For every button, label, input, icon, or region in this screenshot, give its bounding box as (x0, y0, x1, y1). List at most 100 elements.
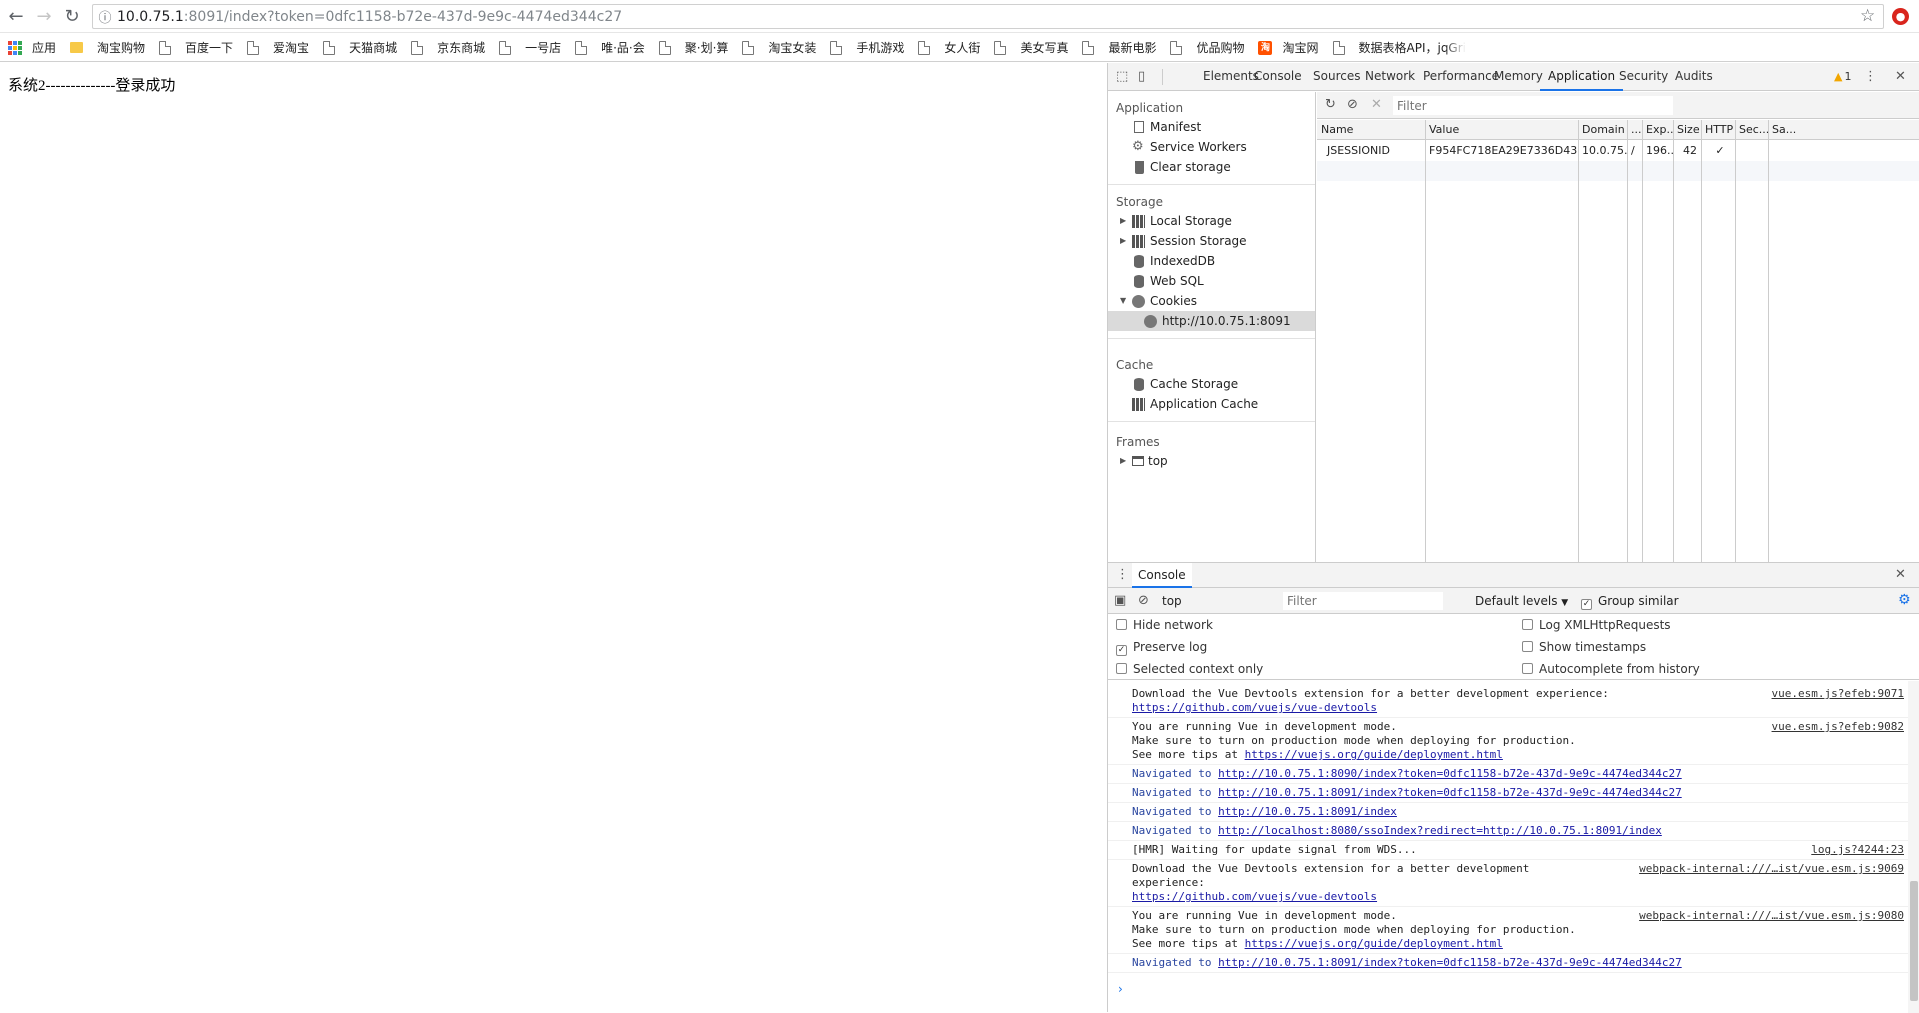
cookie-cell[interactable]: ✓ (1701, 141, 1735, 161)
warning-badge[interactable]: ▲ 1 (1834, 70, 1851, 83)
console-link[interactable]: http://10.0.75.1:8091/index (1218, 805, 1397, 818)
clear-console-icon[interactable]: ⊘ (1138, 593, 1149, 608)
sidebar-toggle-icon[interactable]: ▣ (1114, 593, 1126, 608)
reload-button[interactable]: ↻ (60, 4, 84, 28)
clear-all-icon[interactable]: ⊘ (1347, 97, 1358, 112)
option-selected-context-only[interactable]: Selected context only (1116, 659, 1263, 679)
tab-network[interactable]: Network (1357, 63, 1423, 91)
bookmark-item[interactable]: 淘淘宝网 (1258, 39, 1319, 56)
column-header[interactable]: Name (1317, 120, 1425, 140)
console-link[interactable]: https://vuejs.org/guide/deployment.html (1245, 748, 1503, 761)
column-header[interactable]: ... (1627, 120, 1642, 140)
tab-console[interactable]: Console (1246, 63, 1310, 91)
bookmark-item[interactable]: 爱淘宝 (247, 39, 309, 56)
cookie-cell[interactable]: 42 (1673, 141, 1701, 161)
message-source-link[interactable]: webpack-internal:///…ist/vue.esm.js:9080 (1639, 909, 1904, 923)
bookmark-item[interactable]: 女人街 (918, 39, 980, 56)
option-preserve-log[interactable]: ✓ Preserve log (1116, 637, 1207, 657)
column-header[interactable]: HTTP (1701, 120, 1735, 140)
refresh-icon[interactable]: ↻ (1325, 97, 1336, 112)
log-levels-select[interactable]: Default levels ▼ (1475, 592, 1568, 612)
sidebar-item-service-workers[interactable]: ⚙ Service Workers (1108, 137, 1315, 157)
sidebar-item-cookies[interactable]: ▼ Cookies (1108, 291, 1315, 311)
cookie-cell[interactable]: 10.0.75.1 (1578, 141, 1627, 161)
sidebar-item-clear-storage[interactable]: Clear storage (1108, 157, 1315, 177)
cookie-cell[interactable]: JSESSIONID (1317, 141, 1425, 161)
cookie-cell[interactable]: / (1627, 141, 1642, 161)
tab-audits[interactable]: Audits (1667, 63, 1721, 91)
inspect-icon[interactable]: ⬚ (1116, 69, 1128, 84)
bookmark-item[interactable]: 一号店 (499, 39, 561, 56)
console-link[interactable]: http://10.0.75.1:8091/index?token=0dfc11… (1218, 956, 1682, 969)
message-source-link[interactable]: log.js?4244:23 (1811, 843, 1904, 857)
group-similar-checkbox[interactable]: ✓ Group similar (1581, 592, 1679, 610)
cookie-cell[interactable] (1735, 141, 1768, 161)
cookie-cell[interactable]: 196... (1642, 141, 1673, 161)
sidebar-item-application-cache[interactable]: Application Cache (1108, 394, 1315, 414)
sidebar-item-manifest[interactable]: Manifest (1108, 117, 1315, 137)
bookmark-item[interactable]: 京东商城 (411, 39, 485, 56)
extension-icon[interactable]: ● (1892, 8, 1909, 25)
sidebar-item-session-storage[interactable]: ▶ Session Storage (1108, 231, 1315, 251)
column-header[interactable]: Exp... (1642, 120, 1673, 140)
bookmark-item[interactable]: 天猫商城 (323, 39, 397, 56)
bookmark-item[interactable]: 手机游戏 (830, 39, 904, 56)
bookmark-star-icon[interactable]: ☆ (1860, 6, 1875, 26)
console-link[interactable]: http://localhost:8080/ssoIndex?redirect=… (1218, 824, 1662, 837)
bookmark-item[interactable]: 聚·划·算 (658, 39, 728, 56)
column-header[interactable]: Size (1673, 120, 1701, 140)
expand-arrow-icon[interactable]: ▶ (1120, 231, 1126, 251)
console-link[interactable]: https://github.com/vuejs/vue-devtools (1132, 701, 1377, 714)
bookmark-item[interactable]: 淘宝购物 (70, 39, 145, 56)
option-show-timestamps[interactable]: Show timestamps (1522, 637, 1646, 657)
console-link[interactable]: https://vuejs.org/guide/deployment.html (1245, 937, 1503, 950)
back-button[interactable]: ← (4, 4, 28, 28)
console-scrollbar[interactable] (1908, 681, 1919, 1013)
expand-arrow-icon[interactable]: ▶ (1120, 211, 1126, 231)
message-source-link[interactable]: vue.esm.js?efeb:9071 (1772, 687, 1904, 701)
column-header[interactable]: Value (1425, 120, 1578, 140)
expand-arrow-icon[interactable]: ▶ (1120, 451, 1126, 471)
sidebar-item-frame-top[interactable]: ▶ top (1108, 451, 1315, 471)
sidebar-item-indexeddb[interactable]: IndexedDB (1108, 251, 1315, 271)
column-header[interactable]: Domain (1578, 120, 1627, 140)
delete-selected-icon[interactable]: ✕ (1371, 97, 1382, 112)
bookmark-item[interactable]: 唯·品·会 (575, 39, 645, 56)
bookmark-item[interactable]: 应用 (8, 39, 56, 56)
collapse-arrow-icon[interactable]: ▼ (1120, 291, 1126, 311)
sidebar-item-cache-storage[interactable]: Cache Storage (1108, 374, 1315, 394)
console-link[interactable]: http://10.0.75.1:8090/index?token=0dfc11… (1218, 767, 1682, 780)
more-options-icon[interactable]: ⋮ (1864, 69, 1877, 84)
message-source-link[interactable]: vue.esm.js?efeb:9082 (1772, 720, 1904, 734)
console-link[interactable]: https://github.com/vuejs/vue-devtools (1132, 890, 1377, 903)
sidebar-item-cookie-origin[interactable]: http://10.0.75.1:8091 (1108, 311, 1315, 331)
scroll-thumb[interactable] (1910, 881, 1918, 1001)
console-prompt[interactable]: › (1118, 982, 1123, 996)
bookmark-item[interactable]: 美女写真 (994, 39, 1068, 56)
sidebar-item-local-storage[interactable]: ▶ Local Storage (1108, 211, 1315, 231)
cookies-filter-input[interactable] (1393, 96, 1673, 115)
bookmark-item[interactable]: 百度一下 (159, 39, 233, 56)
info-icon[interactable]: ⓘ (93, 7, 117, 26)
option-autocomplete-from-history[interactable]: Autocomplete from history (1522, 659, 1700, 679)
drawer-menu-icon[interactable]: ⋮ (1116, 567, 1129, 582)
cookie-cell[interactable]: F954FC718EA29E7336D436186... (1425, 141, 1578, 161)
address-bar[interactable]: ⓘ 10.0.75.1:8091/index?token=0dfc1158-b7… (92, 4, 1884, 29)
bookmark-item[interactable]: 淘宝女装 (742, 39, 816, 56)
column-header[interactable]: Sec... (1735, 120, 1768, 140)
close-drawer-icon[interactable]: ✕ (1895, 567, 1906, 582)
bookmark-item[interactable]: 数据表格API，jqGri (1332, 39, 1466, 56)
console-filter-input[interactable] (1283, 592, 1443, 610)
device-toolbar-icon[interactable]: ▯ (1138, 69, 1145, 84)
console-link[interactable]: http://10.0.75.1:8091/index?token=0dfc11… (1218, 786, 1682, 799)
cookie-cell[interactable] (1768, 141, 1808, 161)
bookmark-item[interactable]: 最新电影 (1082, 39, 1156, 56)
bookmark-item[interactable]: 优品购物 (1170, 39, 1244, 56)
forward-button[interactable]: → (32, 4, 56, 28)
message-source-link[interactable]: webpack-internal:///…ist/vue.esm.js:9069 (1639, 862, 1904, 876)
console-settings-gear-icon[interactable]: ⚙ (1898, 592, 1911, 608)
close-devtools-icon[interactable]: ✕ (1895, 69, 1906, 84)
option-log-xmlhttprequests[interactable]: Log XMLHttpRequests (1522, 615, 1671, 635)
tab-console[interactable]: Console (1132, 563, 1192, 588)
column-header[interactable]: Sa... (1768, 120, 1808, 140)
